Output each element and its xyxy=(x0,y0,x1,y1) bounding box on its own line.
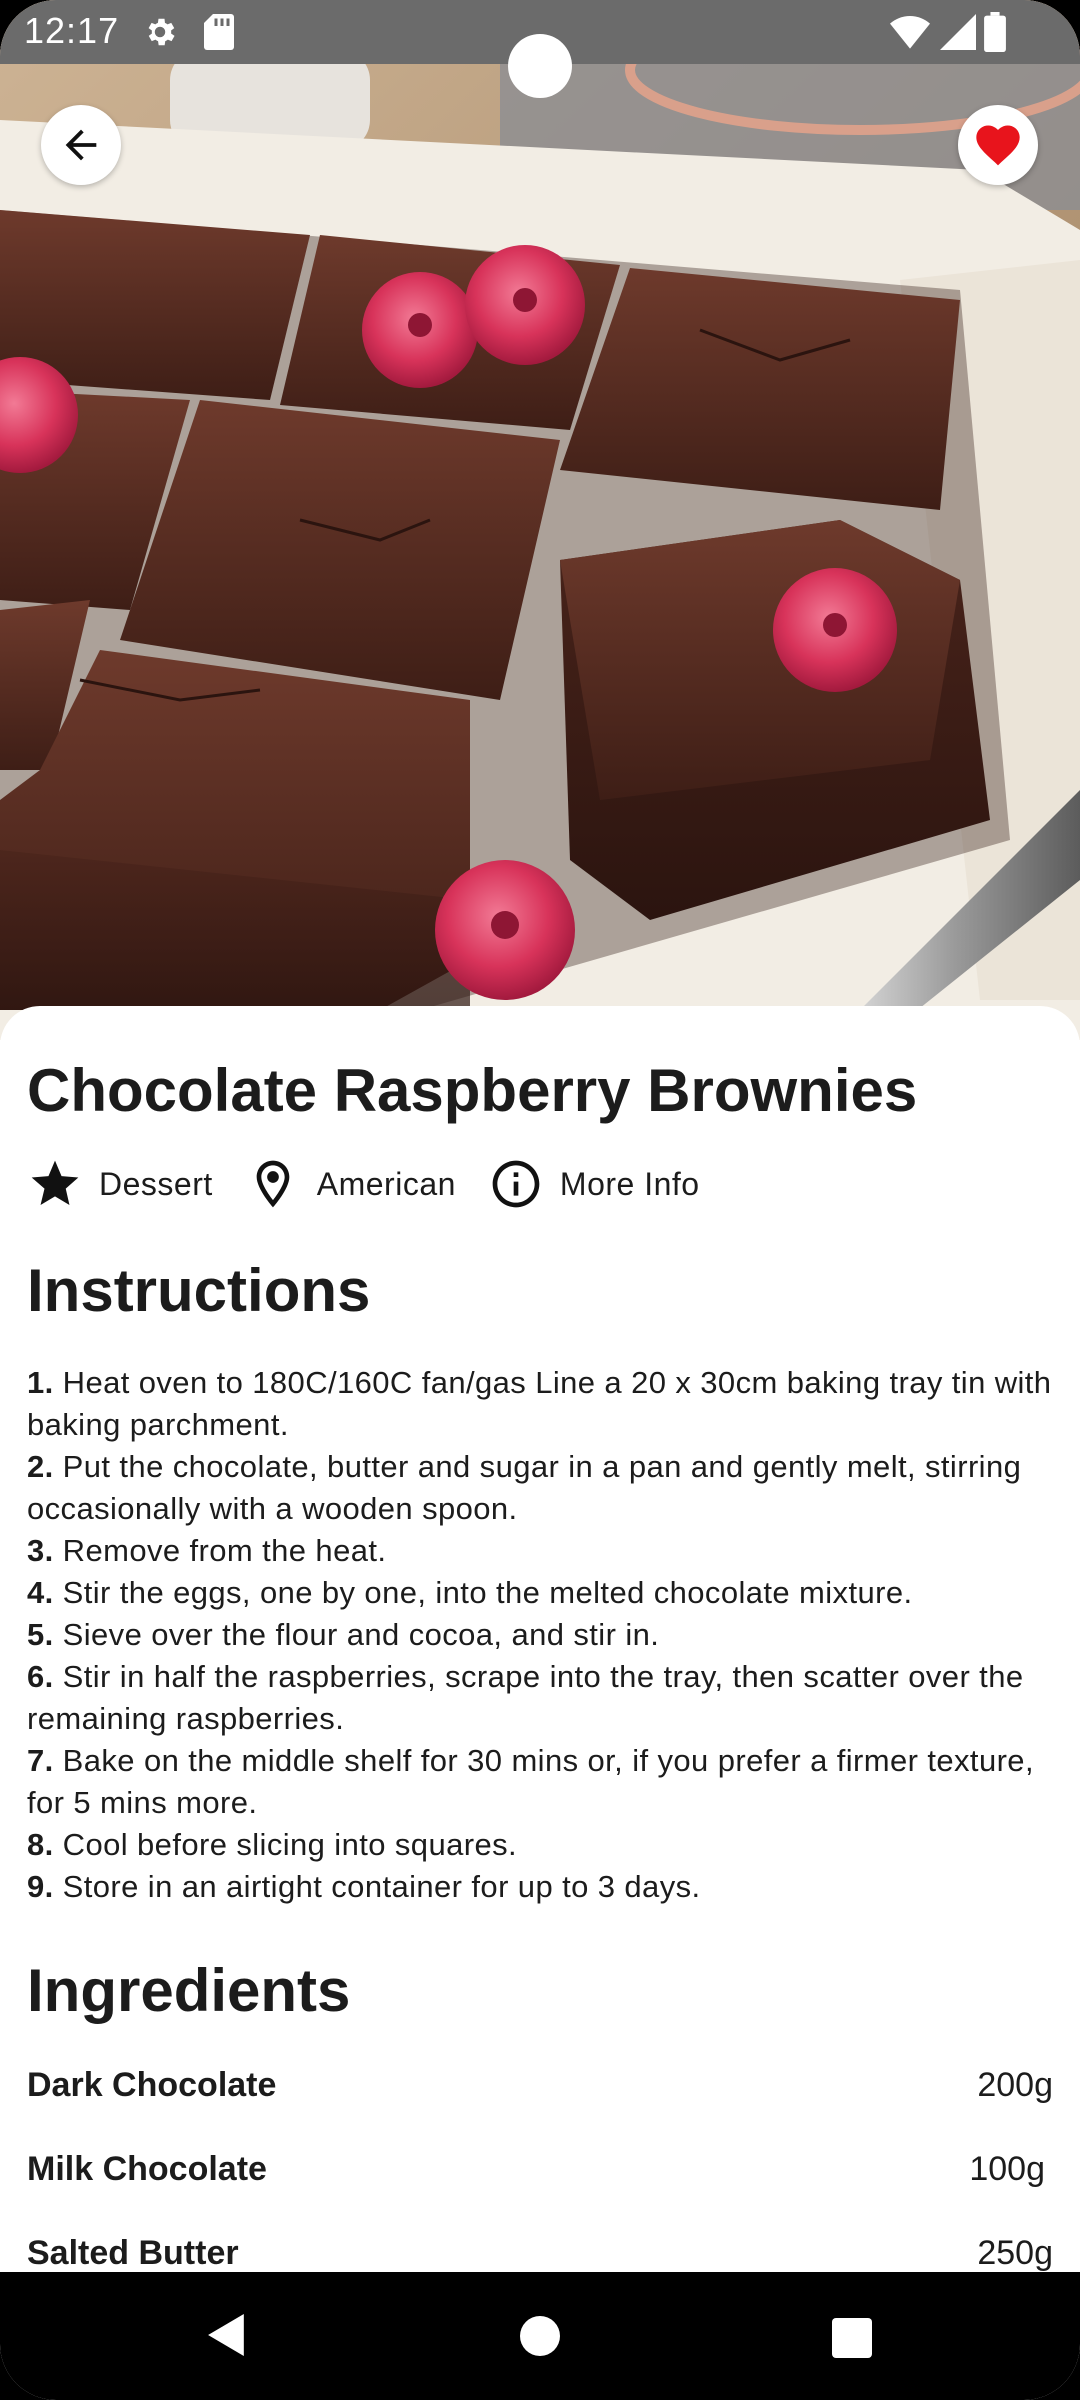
wifi-icon xyxy=(890,14,930,55)
camera-cutout xyxy=(508,34,572,98)
signal-icon xyxy=(940,14,976,55)
recipe-title: Chocolate Raspberry Brownies xyxy=(27,1057,918,1124)
info-icon xyxy=(492,1160,540,1208)
back-button[interactable] xyxy=(41,105,121,185)
step-text: Stir the eggs, one by one, into the melt… xyxy=(62,1575,913,1610)
more-info-link[interactable]: More Info xyxy=(488,1156,700,1212)
step-text: Put the chocolate, butter and sugar in a… xyxy=(27,1449,1022,1526)
instruction-step: 1. Heat oven to 180C/160C fan/gas Line a… xyxy=(27,1362,1057,1446)
recipe-hero-image xyxy=(0,0,1080,1040)
favorite-button[interactable] xyxy=(958,105,1038,185)
step-number: 2. xyxy=(27,1449,54,1484)
nav-home-icon[interactable] xyxy=(520,2316,560,2361)
step-text: Store in an airtight container for up to… xyxy=(62,1869,701,1904)
step-text: Heat oven to 180C/160C fan/gas Line a 20… xyxy=(27,1365,1052,1442)
status-time: 12:17 xyxy=(24,10,120,51)
step-text: Remove from the heat. xyxy=(62,1533,387,1568)
area-label: American xyxy=(316,1165,456,1202)
instruction-step: 7. Bake on the middle shelf for 30 mins … xyxy=(27,1740,1057,1824)
instruction-step: 8. Cool before slicing into squares. xyxy=(27,1824,1057,1866)
step-text: Stir in half the raspberries, scrape int… xyxy=(27,1659,1024,1736)
instruction-step: 6. Stir in half the raspberries, scrape … xyxy=(27,1656,1057,1740)
step-number: 4. xyxy=(27,1575,54,1610)
ingredient-quantity: 200g xyxy=(977,2066,1053,2104)
instruction-step: 5. Sieve over the flour and cocoa, and s… xyxy=(27,1614,1057,1656)
step-text: Cool before slicing into squares. xyxy=(62,1827,518,1862)
arrow-left-icon xyxy=(65,129,97,161)
recipe-meta-row: Dessert American More Info xyxy=(27,1154,732,1214)
step-text: Sieve over the flour and cocoa, and stir… xyxy=(62,1617,660,1652)
instruction-step: 3. Remove from the heat. xyxy=(27,1530,1057,1572)
sd-card-icon xyxy=(204,14,234,55)
step-number: 7. xyxy=(27,1743,54,1778)
navigation-bar xyxy=(0,2272,1080,2400)
category-label: Dessert xyxy=(99,1165,213,1202)
recipe-details: Chocolate Raspberry Brownies Dessert Ame… xyxy=(0,1006,1080,2306)
instruction-step: 2. Put the chocolate, butter and sugar i… xyxy=(27,1446,1057,1530)
ingredient-name: Milk Chocolate xyxy=(27,2150,267,2188)
ingredients-list: Dark Chocolate 200g Milk Chocolate 100g … xyxy=(27,2056,1053,2308)
instruction-step: 4. Stir the eggs, one by one, into the m… xyxy=(27,1572,1057,1614)
ingredient-name: Salted Butter xyxy=(27,2234,239,2272)
brownies-photo xyxy=(0,0,1080,1040)
ingredient-row: Milk Chocolate 100g xyxy=(27,2140,1053,2224)
nav-recents-icon[interactable] xyxy=(832,2318,872,2363)
step-number: 9. xyxy=(27,1869,54,1904)
area-chip: American xyxy=(245,1156,456,1212)
step-number: 1. xyxy=(27,1365,54,1400)
more-info-label: More Info xyxy=(559,1165,700,1202)
star-icon xyxy=(31,1160,79,1205)
step-number: 6. xyxy=(27,1659,54,1694)
step-text: Bake on the middle shelf for 30 mins or,… xyxy=(27,1743,1034,1820)
ingredient-quantity: 100g xyxy=(969,2150,1045,2188)
step-number: 3. xyxy=(27,1533,54,1568)
step-number: 5. xyxy=(27,1617,54,1652)
location-pin-icon xyxy=(256,1160,290,1208)
ingredients-heading: Ingredients xyxy=(27,1957,351,2024)
nav-back-icon[interactable] xyxy=(206,2314,248,2361)
battery-icon xyxy=(984,12,1006,57)
instructions-list: 1. Heat oven to 180C/160C fan/gas Line a… xyxy=(27,1362,1057,1908)
ingredient-quantity: 250g xyxy=(977,2234,1053,2272)
screen: 12:17 Chocolate Raspberry Brownies Desse… xyxy=(0,0,1080,2400)
ingredient-row: Dark Chocolate 200g xyxy=(27,2056,1053,2140)
heart-icon xyxy=(976,125,1020,166)
instruction-step: 9. Store in an airtight container for up… xyxy=(27,1866,1057,1908)
ingredient-name: Dark Chocolate xyxy=(27,2066,277,2104)
gear-icon xyxy=(142,14,178,55)
category-chip: Dessert xyxy=(27,1156,213,1212)
instructions-heading: Instructions xyxy=(27,1257,371,1324)
step-number: 8. xyxy=(27,1827,54,1862)
